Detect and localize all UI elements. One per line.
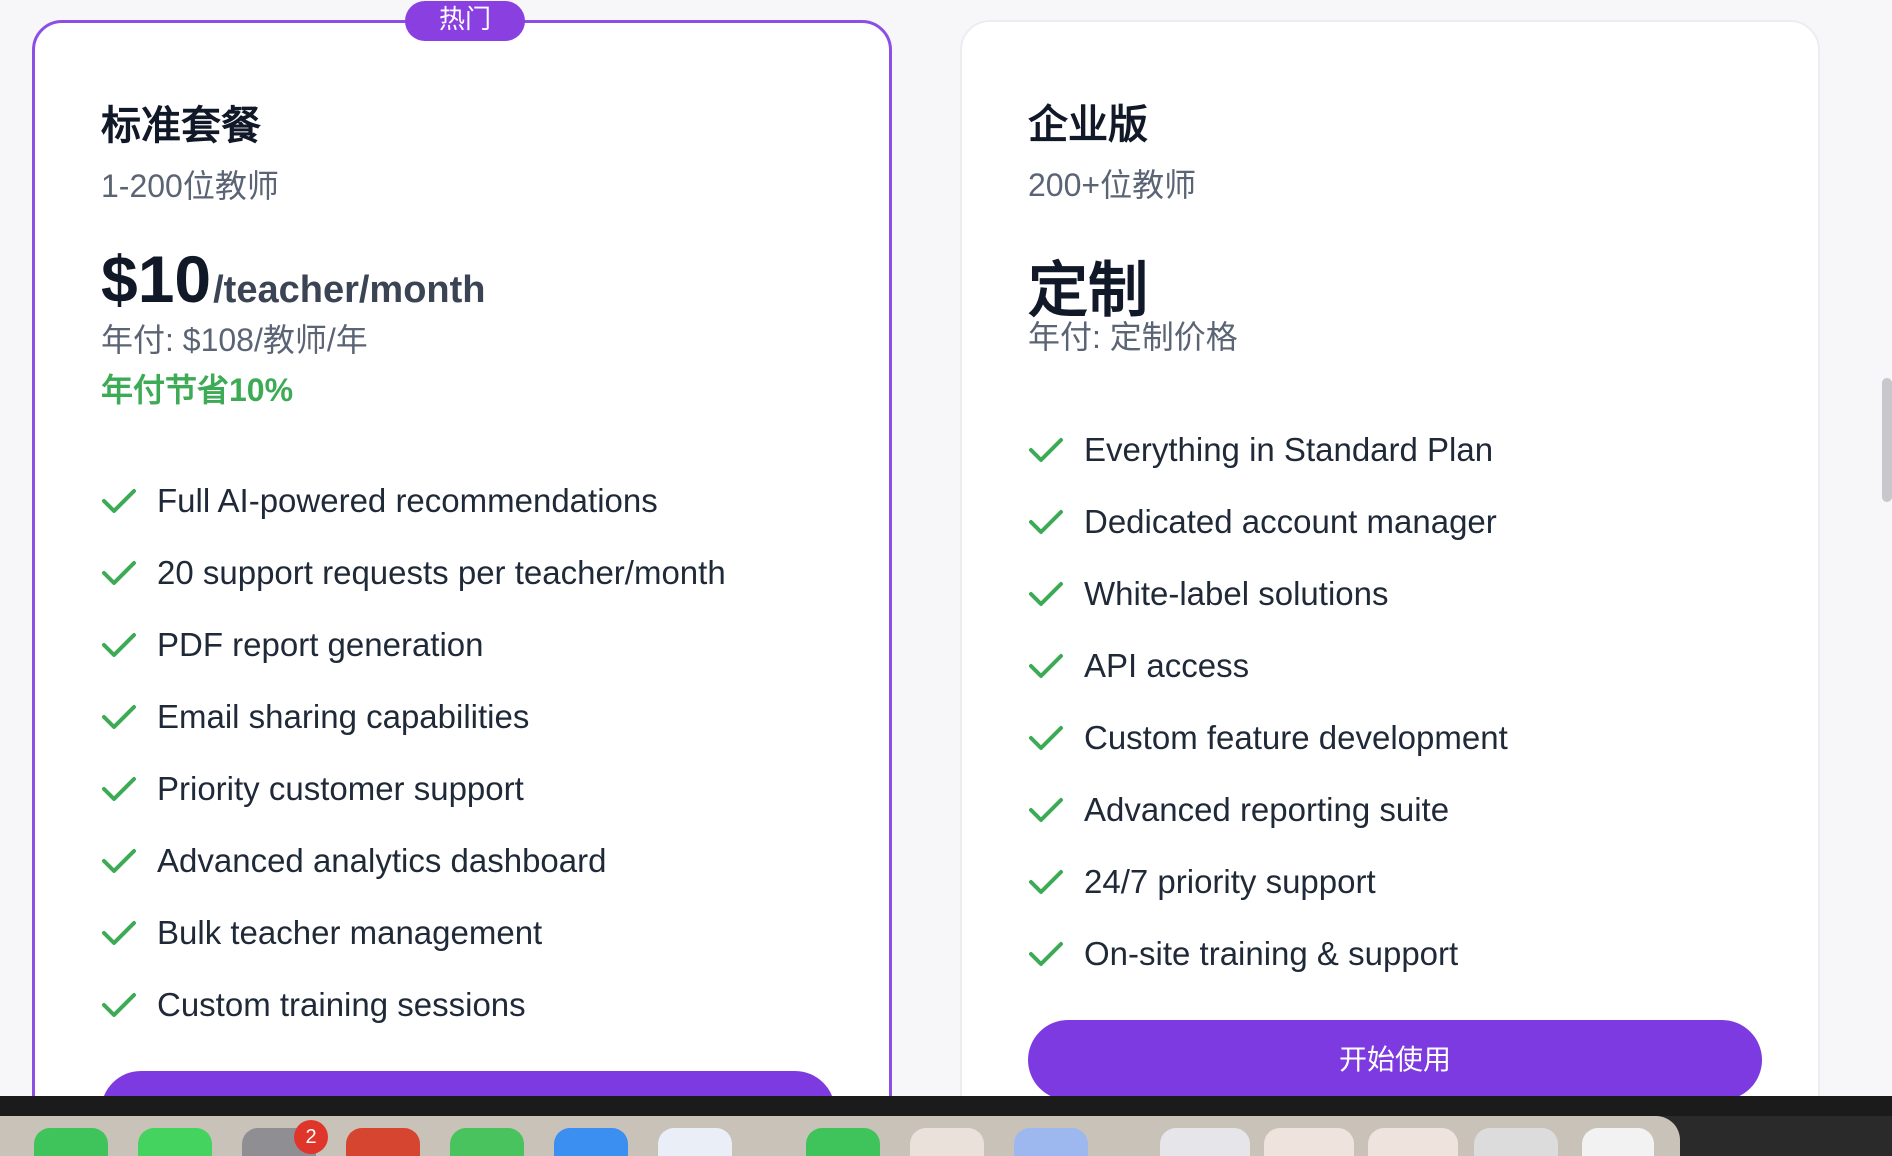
check-icon xyxy=(1029,870,1063,894)
enterprise-plan-card: 企业版 200+位教师 定制 年付: 定制价格 Everything in St… xyxy=(960,20,1820,1096)
feature-item: API access xyxy=(1028,630,1508,702)
check-icon xyxy=(102,705,136,729)
feature-item: Advanced reporting suite xyxy=(1028,774,1508,846)
feature-item: 20 support requests per teacher/month xyxy=(101,537,726,609)
facetime-icon[interactable] xyxy=(450,1128,524,1156)
yearly-price: 年付: 定制价格 xyxy=(1028,319,1238,355)
standard-plan-card: 热门 标准套餐 1-200位教师 $10/teacher/month 年付: $… xyxy=(32,1,892,1096)
feature-item: On-site training & support xyxy=(1028,918,1508,990)
messages-icon[interactable] xyxy=(138,1128,212,1156)
savings-note: 年付节省10% xyxy=(101,372,294,408)
price-amount: $10 xyxy=(101,242,212,316)
feature-list: Everything in Standard Plan Dedicated ac… xyxy=(1028,414,1508,990)
feature-label: Advanced reporting suite xyxy=(1084,791,1450,828)
feature-label: 20 support requests per teacher/month xyxy=(157,554,726,591)
scrollbar[interactable] xyxy=(1882,378,1892,502)
feature-item: Custom training sessions xyxy=(101,969,726,1041)
standard-cta-button[interactable] xyxy=(101,1071,835,1096)
feature-list: Full AI-powered recommendations 20 suppo… xyxy=(101,465,726,1041)
window-thumbnail[interactable] xyxy=(1264,1128,1354,1156)
feature-label: Dedicated account manager xyxy=(1084,503,1497,540)
check-icon xyxy=(1029,798,1063,822)
feature-label: 24/7 priority support xyxy=(1084,863,1376,900)
check-icon xyxy=(1029,510,1063,534)
price: $10/teacher/month xyxy=(101,241,486,317)
trash-icon[interactable] xyxy=(1582,1128,1654,1156)
check-icon xyxy=(102,849,136,873)
feature-label: Custom feature development xyxy=(1084,719,1508,756)
check-icon xyxy=(1029,438,1063,462)
safari-icon[interactable] xyxy=(554,1128,628,1156)
window-thumbnail[interactable] xyxy=(1474,1128,1558,1156)
wechat-icon[interactable] xyxy=(806,1128,880,1156)
notes-icon[interactable] xyxy=(658,1128,732,1156)
feature-item: Dedicated account manager xyxy=(1028,486,1508,558)
feature-label: Email sharing capabilities xyxy=(157,698,530,735)
window-thumbnail[interactable] xyxy=(1160,1128,1250,1156)
feature-item: PDF report generation xyxy=(101,609,726,681)
check-icon xyxy=(1029,726,1063,750)
check-icon xyxy=(1029,582,1063,606)
status-strip xyxy=(0,1096,1892,1116)
check-icon xyxy=(102,777,136,801)
feature-item: White-label solutions xyxy=(1028,558,1508,630)
folder-icon[interactable] xyxy=(1014,1128,1088,1156)
plan-name: 企业版 xyxy=(1028,103,1148,147)
whatsapp-icon[interactable] xyxy=(34,1128,108,1156)
check-icon xyxy=(102,921,136,945)
feature-label: Bulk teacher management xyxy=(157,914,543,951)
feature-label: PDF report generation xyxy=(157,626,484,663)
notification-badge: 2 xyxy=(294,1120,328,1154)
dock: 2 xyxy=(0,1116,1680,1156)
feature-label: Everything in Standard Plan xyxy=(1084,431,1494,468)
plan-name: 标准套餐 xyxy=(101,104,261,148)
powerpoint-icon[interactable] xyxy=(346,1128,420,1156)
popular-badge: 热门 xyxy=(405,1,525,41)
feature-label: Custom training sessions xyxy=(157,986,526,1023)
window-thumbnail[interactable] xyxy=(1368,1128,1458,1156)
feature-label: Full AI-powered recommendations xyxy=(157,482,658,519)
yearly-price: 年付: $108/教师/年 xyxy=(101,322,368,358)
pricing-page: 热门 标准套餐 1-200位教师 $10/teacher/month 年付: $… xyxy=(0,0,1892,1096)
feature-label: White-label solutions xyxy=(1084,575,1389,612)
price-unit: /teacher/month xyxy=(213,269,486,311)
feature-label: On-site training & support xyxy=(1084,935,1459,972)
feature-item: Advanced analytics dashboard xyxy=(101,825,726,897)
check-icon xyxy=(102,561,136,585)
feature-item: 24/7 priority support xyxy=(1028,846,1508,918)
feature-item: Bulk teacher management xyxy=(101,897,726,969)
check-icon xyxy=(1029,942,1063,966)
plan-subtitle: 200+位教师 xyxy=(1028,167,1197,203)
check-icon xyxy=(102,993,136,1017)
app-icon[interactable] xyxy=(910,1128,984,1156)
feature-item: Priority customer support xyxy=(101,753,726,825)
feature-label: API access xyxy=(1084,647,1250,684)
feature-item: Custom feature development xyxy=(1028,702,1508,774)
dock-area: 2 xyxy=(0,1096,1892,1156)
feature-item: Full AI-powered recommendations xyxy=(101,465,726,537)
feature-label: Priority customer support xyxy=(157,770,524,807)
check-icon xyxy=(1029,654,1063,678)
enterprise-cta-button[interactable]: 开始使用 xyxy=(1028,1020,1762,1096)
feature-label: Advanced analytics dashboard xyxy=(157,842,607,879)
feature-item: Email sharing capabilities xyxy=(101,681,726,753)
plan-subtitle: 1-200位教师 xyxy=(101,168,279,204)
check-icon xyxy=(102,633,136,657)
check-icon xyxy=(102,489,136,513)
feature-item: Everything in Standard Plan xyxy=(1028,414,1508,486)
